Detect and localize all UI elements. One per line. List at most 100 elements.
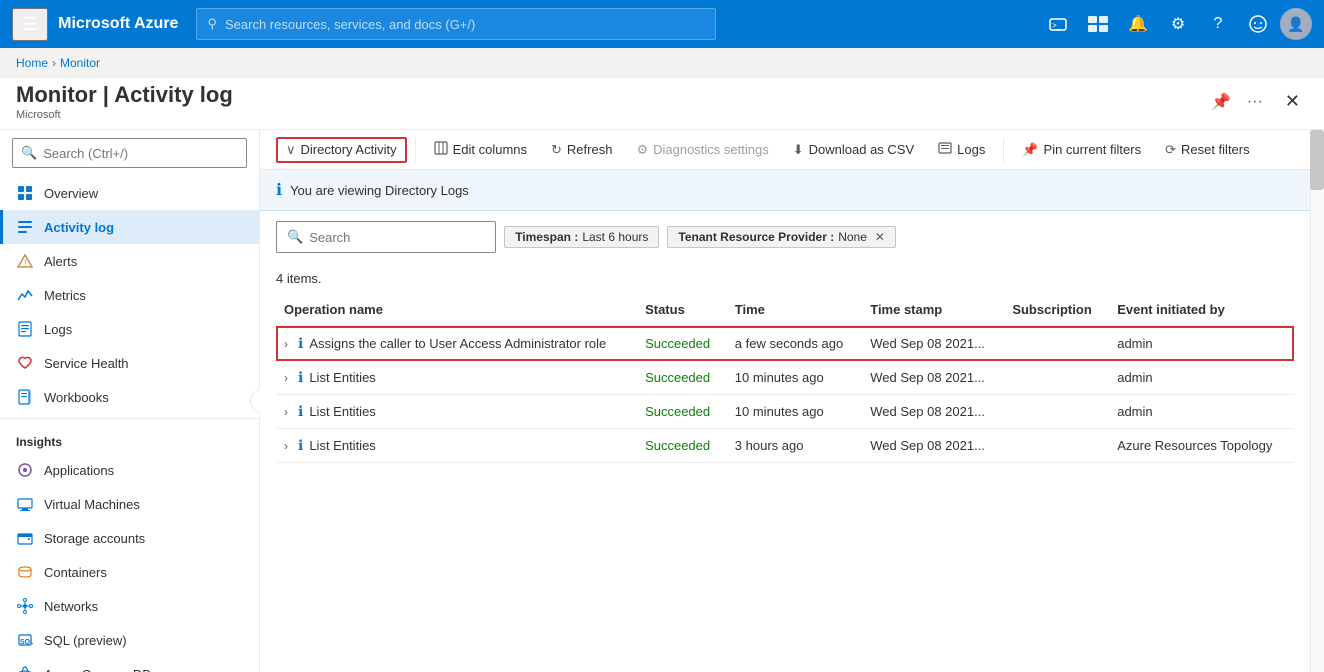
- status-cell: Succeeded: [637, 429, 727, 463]
- table-row[interactable]: › ℹ List Entities Succeeded10 minutes ag…: [276, 395, 1294, 429]
- status-cell: Succeeded: [637, 326, 727, 361]
- status-value: Succeeded: [645, 336, 710, 351]
- svg-text:!: !: [24, 258, 27, 268]
- portal-menu-icon[interactable]: [1080, 6, 1116, 42]
- sidebar-nav-container: 🔍 Overview: [0, 130, 260, 672]
- timestamp-cell: Wed Sep 08 2021...: [862, 395, 1004, 429]
- directory-activity-filter-button[interactable]: ∨ Directory Activity: [276, 137, 407, 163]
- operation-text: List Entities: [309, 438, 375, 453]
- sidebar-item-workbooks[interactable]: Workbooks: [0, 380, 259, 414]
- subscription-cell: [1004, 361, 1109, 395]
- hamburger-menu[interactable]: ☰: [12, 8, 48, 41]
- table-row[interactable]: › ℹ Assigns the caller to User Access Ad…: [276, 326, 1294, 361]
- row-expand-icon[interactable]: ›: [284, 405, 288, 419]
- row-expand-icon[interactable]: ›: [284, 439, 288, 453]
- timestamp-cell: Wed Sep 08 2021...: [862, 361, 1004, 395]
- sidebar-virtual-machines-label: Virtual Machines: [44, 497, 140, 512]
- diagnostics-settings-button[interactable]: ⚙ Diagnostics settings: [626, 137, 778, 163]
- sidebar-item-overview[interactable]: Overview: [0, 176, 259, 210]
- sidebar-applications-label: Applications: [44, 463, 114, 478]
- sidebar-item-containers[interactable]: Containers: [0, 555, 259, 589]
- refresh-icon: ↻: [551, 142, 562, 158]
- sidebar-search-input[interactable]: [43, 146, 238, 161]
- sidebar-item-metrics[interactable]: Metrics: [0, 278, 259, 312]
- sidebar-collapse-button[interactable]: ‹: [250, 389, 260, 413]
- edit-columns-button[interactable]: Edit columns: [424, 136, 537, 163]
- page-header: Monitor | Activity log Microsoft 📌 ··· ✕: [0, 78, 1324, 130]
- edit-columns-icon: [434, 141, 448, 158]
- content-area: ∨ Directory Activity Edit columns ↻ Refr…: [260, 130, 1310, 672]
- more-button[interactable]: ···: [1243, 89, 1267, 115]
- sidebar-item-azure-cosmos-db[interactable]: Azure Cosmos DB: [0, 657, 259, 672]
- download-icon: ⬇: [793, 142, 804, 158]
- col-time: Time: [727, 294, 862, 326]
- sidebar-item-virtual-machines[interactable]: Virtual Machines: [0, 487, 259, 521]
- sidebar-item-applications[interactable]: Applications: [0, 453, 259, 487]
- feedback-icon[interactable]: [1240, 6, 1276, 42]
- insights-divider: [0, 418, 259, 419]
- sidebar-item-activity-log[interactable]: Activity log: [0, 210, 259, 244]
- sidebar-search-icon: 🔍: [21, 145, 37, 161]
- cloud-shell-icon[interactable]: >_: [1040, 6, 1076, 42]
- logs-toolbar-icon: [938, 141, 952, 158]
- pin-current-filters-button[interactable]: 📌 Pin current filters: [1012, 137, 1151, 163]
- scrollbar-thumb[interactable]: [1310, 130, 1324, 190]
- sidebar-networks-label: Networks: [44, 599, 98, 614]
- sidebar-item-service-health[interactable]: Service Health: [0, 346, 259, 380]
- row-expand-icon[interactable]: ›: [284, 371, 288, 385]
- directory-activity-label: Directory Activity: [301, 142, 397, 157]
- table-search-box: 🔍: [276, 221, 496, 253]
- reset-filters-icon: ⟳: [1165, 142, 1176, 158]
- breadcrumb-home[interactable]: Home: [16, 56, 48, 70]
- table-row[interactable]: › ℹ List Entities Succeeded3 hours agoWe…: [276, 429, 1294, 463]
- pin-button[interactable]: 📌: [1207, 88, 1235, 116]
- page-title: Monitor | Activity log: [16, 82, 1197, 108]
- help-icon[interactable]: ?: [1200, 6, 1236, 42]
- table-row[interactable]: › ℹ List Entities Succeeded10 minutes ag…: [276, 361, 1294, 395]
- operation-name-cell: › ℹ List Entities: [284, 369, 625, 386]
- sidebar-item-alerts[interactable]: ! Alerts: [0, 244, 259, 278]
- overview-icon: [16, 184, 34, 202]
- close-button[interactable]: ✕: [1277, 87, 1308, 116]
- event-by-cell: Azure Resources Topology: [1109, 429, 1294, 463]
- sidebar-item-storage-accounts[interactable]: Storage accounts: [0, 521, 259, 555]
- tenant-filter-close[interactable]: ✕: [875, 230, 885, 244]
- status-value: Succeeded: [645, 370, 710, 385]
- row-info-icon: ℹ: [298, 335, 303, 352]
- storage-accounts-icon: [16, 529, 34, 547]
- header-actions: 📌 ···: [1207, 88, 1267, 116]
- sidebar-item-networks[interactable]: Networks: [0, 589, 259, 623]
- settings-icon[interactable]: ⚙: [1160, 6, 1196, 42]
- time-cell: a few seconds ago: [727, 326, 862, 361]
- breadcrumb-monitor[interactable]: Monitor: [60, 56, 100, 70]
- sidebar-item-logs[interactable]: Logs: [0, 312, 259, 346]
- row-expand-icon[interactable]: ›: [284, 337, 288, 351]
- download-csv-button[interactable]: ⬇ Download as CSV: [783, 137, 924, 163]
- global-search-bar[interactable]: ⚲: [196, 8, 716, 40]
- svg-text:SQL: SQL: [20, 639, 33, 646]
- sidebar-storage-accounts-label: Storage accounts: [44, 531, 145, 546]
- logs-button[interactable]: Logs: [928, 136, 995, 163]
- workbooks-icon: [16, 388, 34, 406]
- timespan-filter-tag[interactable]: Timespan : Last 6 hours: [504, 226, 659, 248]
- service-health-icon: [16, 354, 34, 372]
- notifications-icon[interactable]: 🔔: [1120, 6, 1156, 42]
- col-operation-name: Operation name: [276, 294, 637, 326]
- tenant-value: None: [838, 230, 867, 244]
- top-nav-icons: >_ 🔔 ⚙ ? 👤: [1040, 6, 1312, 42]
- reset-filters-button[interactable]: ⟳ Reset filters: [1155, 137, 1260, 163]
- sidebar-item-sql-preview[interactable]: SQL SQL (preview): [0, 623, 259, 657]
- table-search-input[interactable]: [309, 230, 485, 245]
- status-value: Succeeded: [645, 438, 710, 453]
- tenant-filter-tag[interactable]: Tenant Resource Provider : None ✕: [667, 226, 896, 248]
- user-avatar[interactable]: 👤: [1280, 8, 1312, 40]
- content-scrollbar[interactable]: [1310, 130, 1324, 672]
- sidebar-nav: Overview Activity log ! Alerts: [0, 176, 259, 672]
- operation-name-cell: › ℹ List Entities: [284, 437, 625, 454]
- global-search-input[interactable]: [225, 17, 705, 32]
- sidebar-containers-label: Containers: [44, 565, 107, 580]
- subscription-cell: [1004, 326, 1109, 361]
- status-value: Succeeded: [645, 404, 710, 419]
- refresh-button[interactable]: ↻ Refresh: [541, 137, 622, 163]
- containers-icon: [16, 563, 34, 581]
